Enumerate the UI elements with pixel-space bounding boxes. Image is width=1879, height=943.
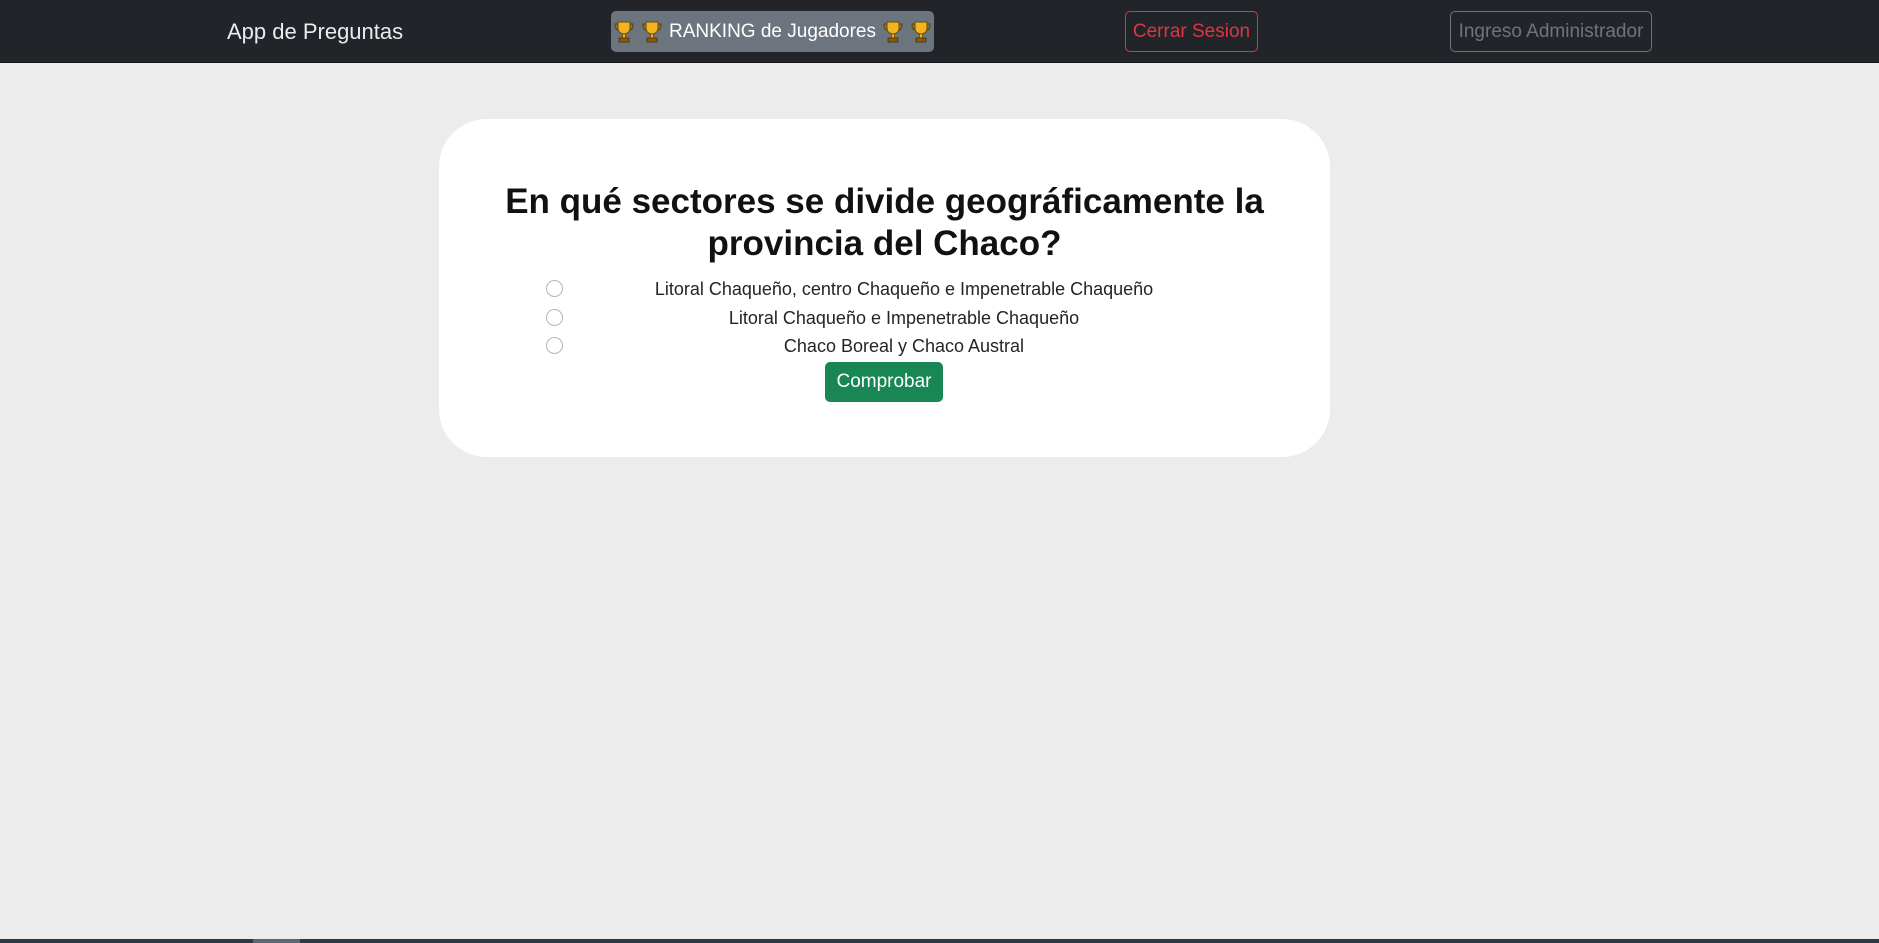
ranking-button[interactable]: RANKING de Jugadores <box>611 11 934 52</box>
question-title: En qué sectores se divide geográficament… <box>505 182 1264 263</box>
logout-button[interactable]: Cerrar Sesion <box>1125 11 1258 52</box>
answer-option[interactable]: Litoral Chaqueño e Impenetrable Chaqueño <box>439 306 1330 335</box>
trophy-icon <box>882 20 904 44</box>
answer-option-label: Chaco Boreal y Chaco Austral <box>783 336 1025 356</box>
trophy-icon <box>613 20 635 44</box>
radio-button[interactable] <box>546 308 563 326</box>
radio-button[interactable] <box>546 337 563 354</box>
question-card: En qué sectores se divide geográficament… <box>439 119 1330 457</box>
answer-option[interactable]: Litoral Chaqueño, centro Chaqueño e Impe… <box>439 277 1330 306</box>
bottom-scrollbar-thumb[interactable] <box>253 939 300 943</box>
trophy-icon <box>641 20 663 44</box>
trophy-icon <box>910 20 932 44</box>
admin-login-button[interactable]: Ingreso Administrador <box>1450 11 1652 52</box>
answer-option-label: Litoral Chaqueño, centro Chaqueño e Impe… <box>654 279 1154 299</box>
top-navbar: App de Preguntas RANKING de Jugadores Ce… <box>0 0 1879 63</box>
app-brand-link[interactable]: App de Preguntas <box>227 19 403 45</box>
check-answer-button[interactable]: Comprobar <box>825 362 943 402</box>
answer-option[interactable]: Chaco Boreal y Chaco Austral <box>439 334 1330 363</box>
radio-button[interactable] <box>546 280 563 297</box>
answer-option-label: Litoral Chaqueño e Impenetrable Chaqueño <box>728 307 1080 328</box>
answer-options: Litoral Chaqueño, centro Chaqueño e Impe… <box>439 277 1330 363</box>
ranking-button-label: RANKING de Jugadores <box>669 20 876 42</box>
